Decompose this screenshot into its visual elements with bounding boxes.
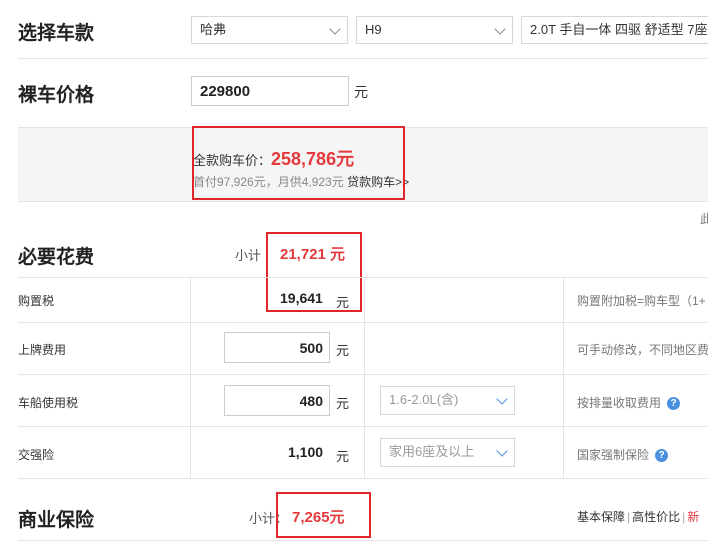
chevron-down-icon xyxy=(496,393,508,405)
bare-price-unit: 元 xyxy=(354,84,368,100)
vehicle-tax-note-text: 按排量收取费用 xyxy=(577,396,662,410)
divider xyxy=(18,478,708,479)
tab-new[interactable]: 新 xyxy=(687,510,699,524)
vehicle-tax-input[interactable]: 480 xyxy=(224,385,330,416)
column-divider xyxy=(364,277,365,478)
vehicle-tax-unit: 元 xyxy=(336,396,350,411)
column-divider xyxy=(563,277,564,478)
license-fee-input[interactable]: 500 xyxy=(224,332,330,363)
displacement-select-value: 1.6-2.0L(含) xyxy=(389,392,459,407)
select-car-title: 选择车款 xyxy=(18,23,95,44)
seat-type-select[interactable]: 家用6座及以上 xyxy=(380,438,515,467)
license-fee-unit: 元 xyxy=(336,343,350,358)
divider xyxy=(18,58,708,59)
commercial-title: 商业保险 xyxy=(18,510,95,531)
purchase-tax-value: 19,641 xyxy=(280,290,323,306)
trim-select-value: 2.0T 手自一体 四驱 舒适型 7座 xyxy=(530,22,708,37)
chevron-down-icon xyxy=(496,445,508,457)
bare-price-value: 229800 xyxy=(200,83,251,100)
license-fee-note: 可手动修改，不同地区费 xyxy=(577,343,708,357)
displacement-select[interactable]: 1.6-2.0L(含) xyxy=(380,386,515,415)
vehicle-tax-label: 车船使用税 xyxy=(18,396,79,410)
brand-select[interactable]: 哈弗 xyxy=(191,16,348,44)
purchase-tax-label: 购置税 xyxy=(18,294,55,308)
compulsory-insurance-unit: 元 xyxy=(336,449,350,464)
trim-select[interactable]: 2.0T 手自一体 四驱 舒适型 7座 xyxy=(521,16,708,44)
vehicle-tax-value: 480 xyxy=(299,393,323,409)
compulsory-insurance-label: 交强险 xyxy=(18,448,55,462)
divider xyxy=(18,277,708,278)
tab-value[interactable]: 高性价比 xyxy=(632,510,680,524)
seat-type-select-value: 家用6座及以上 xyxy=(389,444,475,459)
insurance-plan-tabs: 基本保障 | 高性价比 | 新 xyxy=(577,510,700,524)
license-fee-value: 500 xyxy=(299,340,323,356)
compulsory-insurance-value: 1,100 xyxy=(288,444,324,460)
required-title: 必要花费 xyxy=(18,247,95,268)
chevron-down-icon xyxy=(494,23,506,35)
brand-select-value: 哈弗 xyxy=(200,22,227,37)
chevron-down-icon xyxy=(329,23,341,35)
divider xyxy=(18,426,708,427)
vehicle-tax-note: 按排量收取费用? xyxy=(577,394,681,411)
highlight-box xyxy=(276,492,371,538)
required-subtotal-label: 小计 xyxy=(235,248,262,263)
compulsory-insurance-note-text: 国家强制保险 xyxy=(577,448,650,462)
compulsory-insurance-note: 国家强制保险? xyxy=(577,446,669,463)
column-divider xyxy=(190,277,191,478)
help-icon[interactable]: ? xyxy=(655,449,669,463)
purchase-tax-note: 购置附加税=购车型（1+ xyxy=(577,294,706,308)
divider xyxy=(18,540,708,541)
model-select[interactable]: H9 xyxy=(356,16,513,44)
purchase-tax-unit: 元 xyxy=(336,295,350,310)
bare-price-input[interactable]: 229800 xyxy=(191,76,349,106)
side-char: 此 xyxy=(700,212,708,226)
divider xyxy=(18,374,708,375)
divider xyxy=(18,322,708,323)
model-select-value: H9 xyxy=(365,22,382,37)
tab-basic[interactable]: 基本保障 xyxy=(577,510,625,524)
highlight-box xyxy=(192,126,405,200)
license-fee-label: 上牌费用 xyxy=(18,343,67,357)
help-icon[interactable]: ? xyxy=(667,397,681,411)
bare-price-title: 裸车价格 xyxy=(18,85,95,106)
